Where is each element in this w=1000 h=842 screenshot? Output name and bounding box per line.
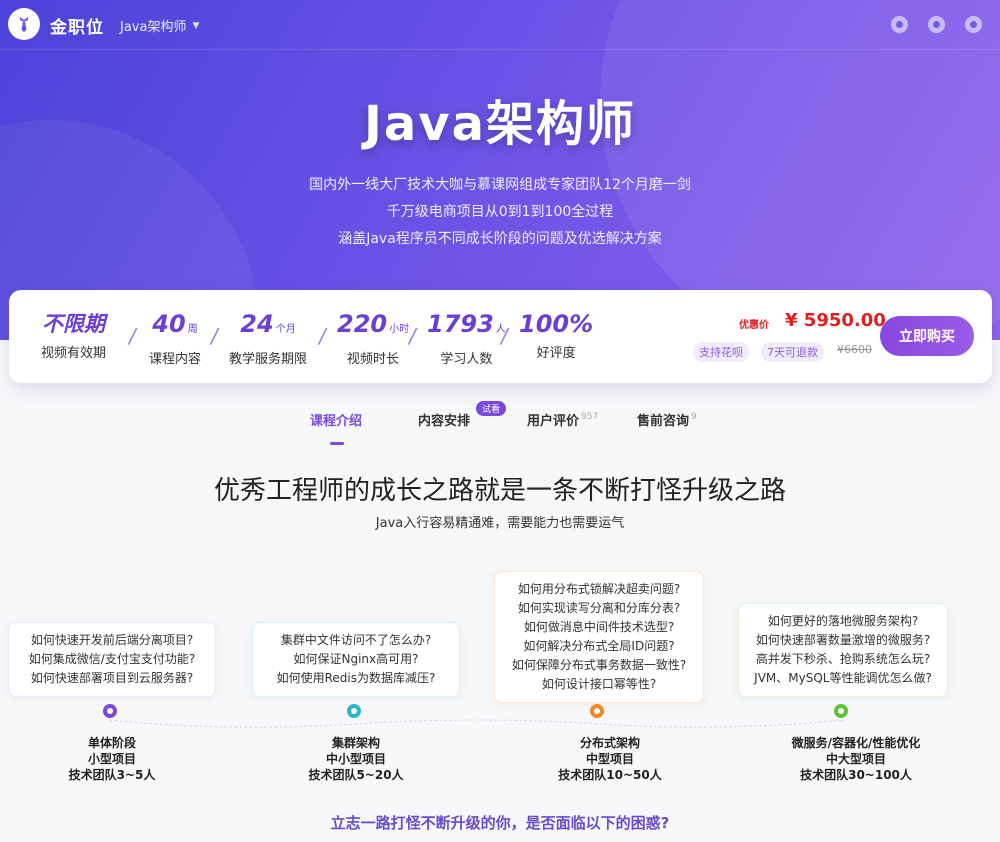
tab-presale-consult[interactable]: 售前咨询 9 bbox=[637, 410, 697, 429]
tab-content-schedule[interactable]: 内容安排 bbox=[418, 410, 470, 429]
stat-label: 好评度 bbox=[536, 346, 576, 361]
message-icon[interactable] bbox=[891, 16, 908, 33]
stage-team: 技术团队5~20人 bbox=[308, 768, 404, 782]
question-item: 如何做消息中间件技术选型? bbox=[523, 620, 675, 634]
stat-value: 不限期 bbox=[42, 312, 105, 336]
course-menu-label: Java架构师 bbox=[120, 20, 187, 35]
stat-service-period: 24 个月 教学服务期限 bbox=[229, 310, 307, 367]
stage-label-distributed: 分布式架构 中型项目 技术团队10~50人 bbox=[530, 735, 690, 783]
stat-label: 教学服务期限 bbox=[229, 352, 308, 367]
question-item: 如何用分布式锁解决超卖问题? bbox=[517, 582, 681, 596]
stage-questions-cluster: 集群中文件访问不了怎么办? 如何保证Nginx高可用? 如何使用Redis为数据… bbox=[252, 622, 460, 697]
question-item: 高并发下秒杀、抢购系统怎么玩? bbox=[755, 652, 931, 666]
stage-scale: 中大型项目 bbox=[825, 752, 886, 766]
original-price: ¥6600 bbox=[837, 343, 872, 356]
hero-banner: 金职位 Java架构师 ▼ Java架构师 国内外一线大厂技术大咖与慕课网组成专… bbox=[0, 0, 1000, 340]
logo-icon[interactable] bbox=[8, 8, 40, 40]
hero-line: 涵盖Java程序员不同成长阶段的问题及优选解决方案 bbox=[338, 231, 662, 247]
stage-scale: 中小型项目 bbox=[325, 752, 386, 766]
stage-name: 单体阶段 bbox=[87, 736, 136, 750]
stage-name: 分布式架构 bbox=[579, 736, 640, 750]
top-navbar: 金职位 Java架构师 ▼ bbox=[0, 0, 1000, 50]
stage-team: 技术团队3~5人 bbox=[68, 768, 156, 782]
stage-label-monolith: 单体阶段 小型项目 技术团队3~5人 bbox=[32, 735, 192, 783]
divider: / bbox=[501, 324, 508, 348]
question-item: 如何集成微信/支付宝支付功能? bbox=[28, 652, 196, 666]
stage-questions-monolith: 如何快速开发前后端分离项目? 如何集成微信/支付宝支付功能? 如何快速部署项目到… bbox=[8, 622, 216, 697]
stat-learners: 1793 人 学习人数 bbox=[427, 310, 506, 367]
bottom-question: 立志一路打怪不断升级的你，是否面临以下的困惑? bbox=[330, 814, 670, 832]
stage-scale: 中型项目 bbox=[585, 752, 634, 766]
stage-node-icon bbox=[103, 704, 117, 718]
stage-questions-microservice: 如何更好的落地微服务架构? 如何快速部署数量激增的微服务? 高并发下秒杀、抢购系… bbox=[738, 603, 948, 697]
growth-timeline bbox=[110, 718, 845, 732]
hero-description: 国内外一线大厂技术大咖与慕课网组成专家团队12个月磨一剑 千万级电商项目从0到1… bbox=[0, 172, 1000, 253]
stage-questions-distributed: 如何用分布式锁解决超卖问题? 如何实现读写分离和分库分表? 如何做消息中间件技术… bbox=[494, 571, 704, 703]
chevron-down-icon: ▼ bbox=[192, 20, 200, 31]
course-info-card: 不限期 视频有效期 / 40 周 课程内容 / 24 个月 教学服务期限 / 220… bbox=[9, 290, 992, 383]
question-item: 集群中文件访问不了怎么办? bbox=[280, 633, 432, 647]
question-item: JVM、MySQL等性能调优怎么做? bbox=[754, 671, 932, 685]
stage-node-icon bbox=[590, 704, 604, 718]
section-title: 优秀工程师的成长之路就是一条不断打怪升级之路 bbox=[213, 476, 786, 506]
stat-value: 100% bbox=[519, 310, 594, 338]
question-item: 如何保证Nginx高可用? bbox=[293, 652, 419, 666]
stat-label: 视频时长 bbox=[347, 352, 400, 367]
stat-value: 40 周 bbox=[152, 310, 198, 338]
stat-validity: 不限期 视频有效期 bbox=[41, 310, 106, 361]
stage-node-icon bbox=[347, 704, 361, 718]
hero-line: 千万级电商项目从0到1到100全过程 bbox=[386, 204, 614, 220]
stat-label: 课程内容 bbox=[149, 352, 202, 367]
refund-badge: 7天可退款 bbox=[761, 342, 824, 362]
section-subtitle: Java入行容易精通难，需要能力也需要运气 bbox=[375, 516, 625, 531]
tab-course-intro[interactable]: 课程介绍 bbox=[310, 410, 362, 429]
preview-badge: 试看 bbox=[476, 401, 507, 416]
question-item: 如何更好的落地微服务架构? bbox=[767, 614, 919, 628]
stage-team: 技术团队30~100人 bbox=[800, 768, 912, 782]
hero-line: 国内外一线大厂技术大咖与慕课网组成专家团队12个月磨一剑 bbox=[309, 177, 691, 193]
question-item: 如何解决分布式全局ID问题? bbox=[523, 639, 675, 653]
question-item: 如何快速部署项目到云服务器? bbox=[30, 671, 194, 685]
divider: / bbox=[129, 324, 136, 348]
stat-course-weeks: 40 周 课程内容 bbox=[149, 310, 201, 367]
notification-icon[interactable] bbox=[928, 16, 945, 33]
price-tag: 优惠价 bbox=[739, 320, 769, 331]
stage-label-microservice: 微服务/容器化/性能优化 中大型项目 技术团队30~100人 bbox=[762, 735, 950, 783]
question-item: 如何实现读写分离和分库分表? bbox=[517, 601, 681, 615]
top-icons bbox=[891, 16, 982, 33]
tab-user-reviews[interactable]: 用户评价 957 bbox=[527, 410, 598, 429]
stage-name: 集群架构 bbox=[331, 736, 380, 750]
stage-team: 技术团队10~50人 bbox=[558, 768, 662, 782]
stat-value: 1793 人 bbox=[427, 310, 506, 338]
question-item: 如何快速开发前后端分离项目? bbox=[30, 633, 194, 647]
stage-node-icon bbox=[834, 704, 848, 718]
review-count: 957 bbox=[581, 412, 599, 422]
stat-label: 视频有效期 bbox=[41, 346, 107, 361]
question-item: 如何使用Redis为数据库减压? bbox=[276, 671, 436, 685]
stage-label-cluster: 集群架构 中小型项目 技术团队5~20人 bbox=[276, 735, 436, 783]
question-item: 如何快速部署数量激增的微服务? bbox=[755, 633, 931, 647]
hero-decoration bbox=[600, 0, 1000, 340]
course-menu[interactable]: Java架构师 ▼ bbox=[120, 16, 199, 35]
stage-name: 微服务/容器化/性能优化 bbox=[791, 736, 921, 750]
divider: / bbox=[211, 324, 218, 348]
question-item: 如何保障分布式事务数据一致性? bbox=[511, 658, 687, 672]
user-avatar-icon[interactable] bbox=[965, 16, 982, 33]
stat-value: 24 个月 bbox=[240, 310, 296, 338]
question-item: 如何设计接口幂等性? bbox=[541, 677, 657, 691]
brand-name[interactable]: 金职位 bbox=[50, 13, 104, 38]
stage-scale: 小型项目 bbox=[87, 752, 136, 766]
divider: / bbox=[409, 324, 416, 348]
buy-now-button[interactable]: 立即购买 bbox=[880, 316, 974, 356]
huabei-badge: 支持花呗 bbox=[693, 342, 749, 362]
stat-video-hours: 220 小时 视频时长 bbox=[337, 310, 409, 367]
page-title: Java架构师 bbox=[364, 96, 636, 152]
current-price: ¥ 5950.00 bbox=[785, 310, 886, 331]
active-tab-indicator bbox=[330, 442, 344, 445]
consult-count: 9 bbox=[691, 412, 697, 422]
stat-value: 220 小时 bbox=[337, 310, 410, 338]
divider: / bbox=[319, 324, 326, 348]
stat-rating: 100% 好评度 bbox=[519, 310, 593, 361]
stat-label: 学习人数 bbox=[440, 352, 493, 367]
